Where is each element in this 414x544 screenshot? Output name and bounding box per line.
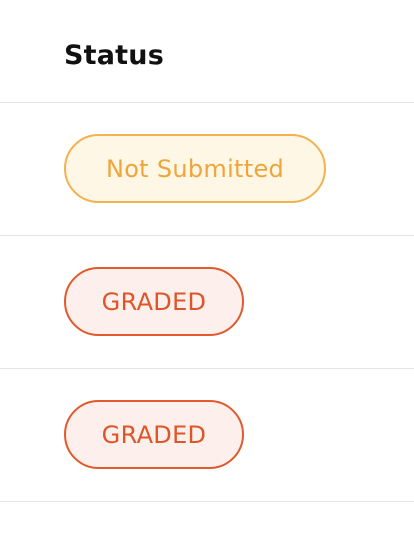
table-header: Status (0, 0, 414, 103)
table-row: GRADED (0, 369, 414, 502)
status-column-header[interactable]: Status (64, 40, 164, 71)
status-badge: Not Submitted (64, 134, 326, 203)
status-badge: GRADED (64, 400, 244, 469)
status-badge: GRADED (64, 267, 244, 336)
table-row: Not Submitted (0, 103, 414, 236)
table-row: GRADED (0, 236, 414, 369)
